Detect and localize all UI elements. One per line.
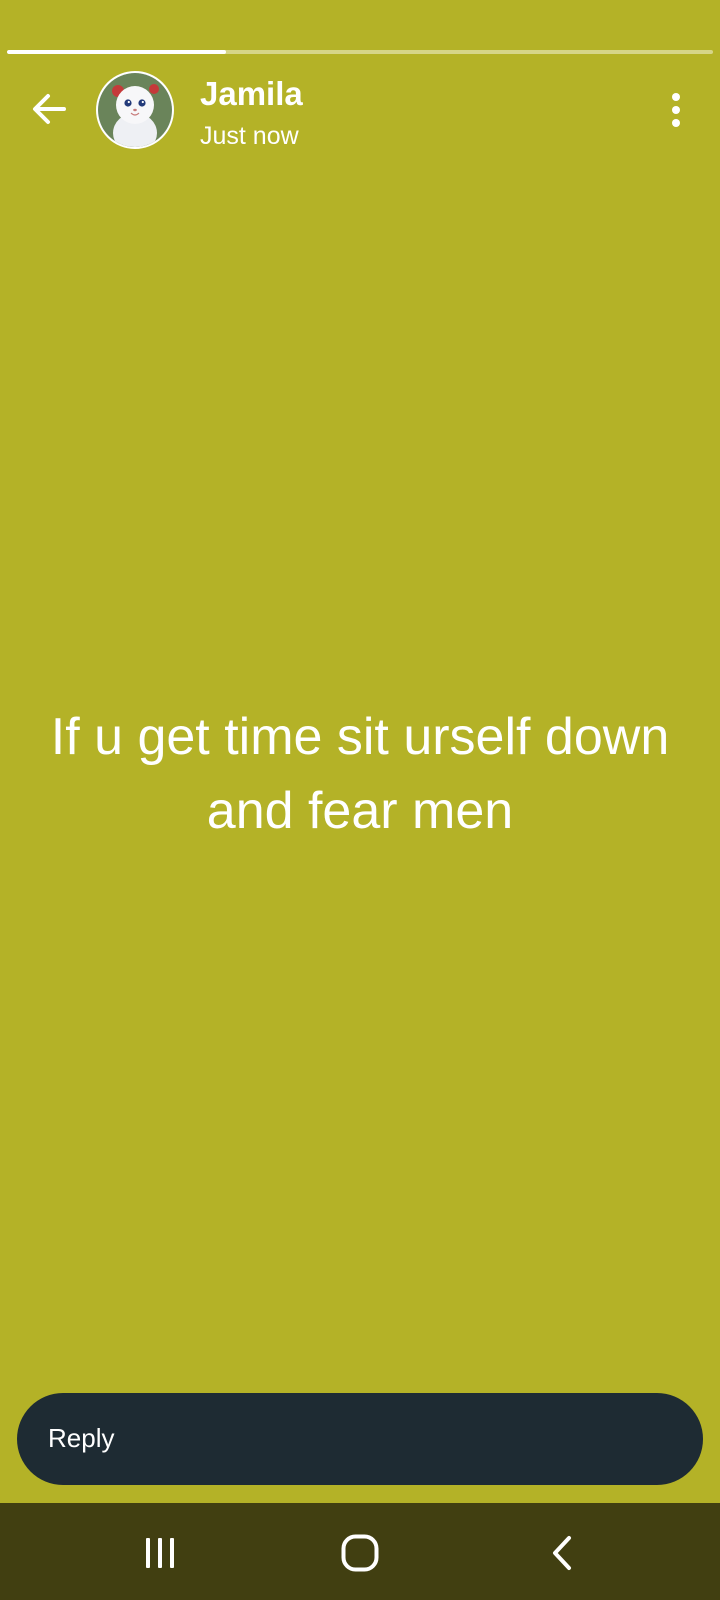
contact-name: Jamila (200, 75, 303, 112)
back-icon (547, 1535, 577, 1576)
system-navigation-bar (0, 1503, 720, 1600)
status-time: Just now (200, 122, 299, 150)
story-progress-fill (7, 50, 226, 54)
home-icon (340, 1533, 380, 1578)
more-options-button[interactable] (650, 86, 702, 138)
arrow-left-icon (28, 88, 70, 135)
reply-input[interactable]: Reply (17, 1393, 703, 1485)
status-viewer-screen: Jamila Just now If u get time sit urself… (0, 0, 720, 1600)
more-vert-icon (670, 92, 682, 133)
avatar-image (98, 73, 172, 147)
reply-placeholder: Reply (48, 1423, 115, 1453)
status-text: If u get time sit urself down and fear m… (50, 708, 670, 840)
story-progress-bar (7, 50, 713, 54)
recent-apps-icon (142, 1535, 178, 1576)
home-button[interactable] (322, 1523, 398, 1587)
recent-apps-button[interactable] (122, 1523, 198, 1587)
back-button[interactable] (22, 84, 76, 138)
profile-avatar[interactable] (96, 71, 174, 149)
nav-back-button[interactable] (524, 1523, 600, 1587)
